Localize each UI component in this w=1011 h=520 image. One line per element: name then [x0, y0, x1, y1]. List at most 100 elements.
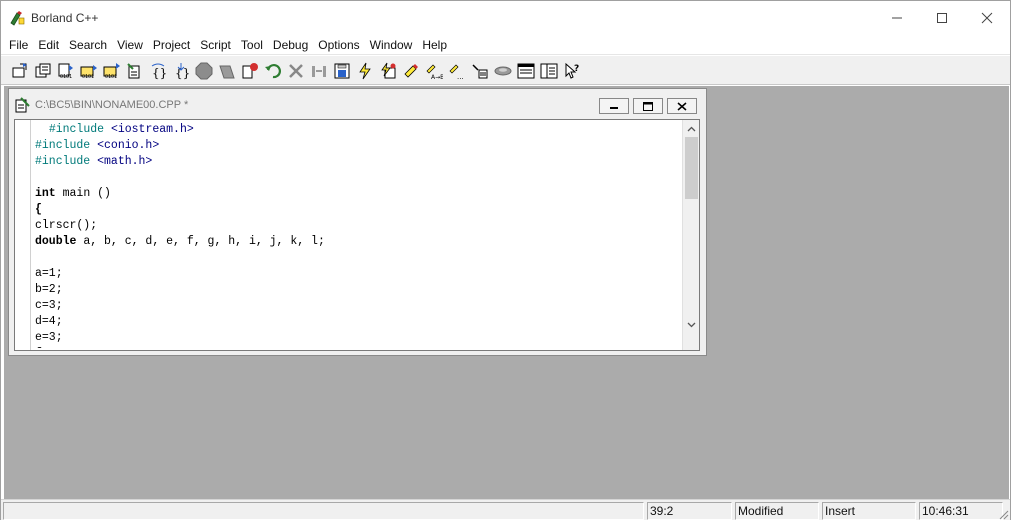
- code-line[interactable]: f=1;: [35, 346, 675, 348]
- code-editor[interactable]: #include <iostream.h> #include <conio.h> #…: [14, 119, 700, 351]
- svg-text:0101: 0101: [60, 74, 72, 80]
- clock: 10:46:31: [919, 502, 1003, 520]
- toolbar-trace-into-button[interactable]: {}: [170, 60, 191, 81]
- maximize-button[interactable]: [919, 1, 965, 35]
- resize-grip-icon[interactable]: [997, 508, 1009, 520]
- code-line[interactable]: int main (): [35, 186, 675, 202]
- menu-debug[interactable]: Debug: [268, 36, 313, 54]
- code-line[interactable]: c=3;: [35, 298, 675, 314]
- toolbar-pipe-button[interactable]: [308, 60, 329, 81]
- menu-options[interactable]: Options: [313, 36, 364, 54]
- code-token: int: [35, 187, 56, 200]
- toolbar-help-cursor-button[interactable]: ?: [561, 60, 582, 81]
- code-line[interactable]: b=2;: [35, 282, 675, 298]
- tools-icon: [471, 63, 487, 78]
- status-message: [3, 502, 644, 520]
- code-line[interactable]: d=4;: [35, 314, 675, 330]
- toolbar-make-button[interactable]: 0101: [78, 60, 99, 81]
- cursor-position: 39:2: [647, 502, 732, 520]
- code-token: <iostream.h>: [110, 123, 194, 136]
- menu-view[interactable]: View: [112, 36, 148, 54]
- vertical-scrollbar[interactable]: [682, 120, 699, 350]
- toolbar-compile-button[interactable]: 0101: [55, 60, 76, 81]
- editor-minimize-button[interactable]: [599, 98, 629, 114]
- scroll-down-button[interactable]: [683, 316, 700, 333]
- svg-text:{}: {}: [152, 66, 167, 80]
- code-line[interactable]: double a, b, c, d, e, f, g, h, i, j, k, …: [35, 234, 675, 250]
- editor-title-bar[interactable]: C:\BC5\BIN\NONAME00.CPP *: [9, 89, 706, 117]
- toolbar-disk-button[interactable]: [492, 60, 513, 81]
- toolbar-panel-button[interactable]: [538, 60, 559, 81]
- svg-text:...: ...: [457, 73, 464, 80]
- insert-mode-indicator: Insert: [822, 502, 916, 520]
- menu-help[interactable]: Help: [417, 36, 452, 54]
- toolbar-highlighter-button[interactable]: [400, 60, 421, 81]
- toolbar-stop-button[interactable]: [193, 60, 214, 81]
- code-token: b=2;: [35, 283, 63, 296]
- toolbar-tools-button[interactable]: [469, 60, 490, 81]
- toolbar-undo-button[interactable]: [262, 60, 283, 81]
- toolbar-replace-button[interactable]: A→B: [423, 60, 444, 81]
- close-x-icon: [288, 63, 303, 78]
- code-line[interactable]: #include <math.h>: [35, 154, 675, 170]
- toolbar-step-over-button[interactable]: {}: [147, 60, 168, 81]
- code-token: e=3;: [35, 331, 63, 344]
- toolbar-pause-button[interactable]: [216, 60, 237, 81]
- highlighter-icon: [403, 63, 418, 78]
- minimize-button[interactable]: [874, 1, 920, 35]
- scroll-thumb[interactable]: [685, 137, 698, 199]
- chevron-down-icon: [687, 322, 696, 327]
- compile-icon: 0101: [58, 63, 73, 80]
- open-project-icon: [12, 62, 27, 77]
- code-line[interactable]: [35, 250, 675, 266]
- code-token: a, b, c, d, e, f, g, h, i, j, k, l;: [76, 235, 325, 248]
- toolbar-lightning-button[interactable]: [354, 60, 375, 81]
- code-line[interactable]: #include <iostream.h>: [35, 122, 675, 138]
- toolbar-lightning-doc-button[interactable]: [377, 60, 398, 81]
- svg-text:?: ?: [574, 64, 579, 74]
- toolbar-window-button[interactable]: [515, 60, 536, 81]
- toolbar-run-button[interactable]: [124, 60, 145, 81]
- editor-window: C:\BC5\BIN\NONAME00.CPP * #include <iost…: [8, 88, 707, 356]
- menu-edit[interactable]: Edit: [33, 36, 64, 54]
- toolbar-build-all-button[interactable]: 0101: [101, 60, 122, 81]
- maximize-icon: [643, 101, 653, 111]
- editor-gutter[interactable]: [15, 120, 31, 350]
- code-area[interactable]: #include <iostream.h> #include <conio.h> #…: [35, 122, 675, 348]
- menu-project[interactable]: Project: [148, 36, 195, 54]
- toolbar-open-file-button[interactable]: [32, 60, 53, 81]
- toolbar-open-project-button[interactable]: [9, 60, 30, 81]
- editor-close-button[interactable]: [667, 98, 697, 114]
- mdi-workspace[interactable]: C:\BC5\BIN\NONAME00.CPP * #include <iost…: [4, 86, 1009, 499]
- toolbar-breakpoint-button[interactable]: [239, 60, 260, 81]
- lightning-doc-icon: [380, 62, 395, 78]
- toolbar: 0101 0101 0101 {} {} A→B ... ?: [1, 56, 1010, 85]
- code-line[interactable]: a=1;: [35, 266, 675, 282]
- code-token: main (): [55, 187, 111, 200]
- code-line[interactable]: #include <conio.h>: [35, 138, 675, 154]
- borland-cpp-window: Borland C++ File Edit Search View Projec…: [0, 0, 1011, 520]
- menu-tool[interactable]: Tool: [236, 36, 268, 54]
- code-token: d=4;: [35, 315, 63, 328]
- code-line[interactable]: e=3;: [35, 330, 675, 346]
- window-icon: [517, 63, 534, 78]
- toolbar-save-button[interactable]: [331, 60, 352, 81]
- editor-maximize-button[interactable]: [633, 98, 663, 114]
- code-line[interactable]: [35, 170, 675, 186]
- code-token: #include: [35, 155, 91, 168]
- toolbar-close-button[interactable]: [285, 60, 306, 81]
- menu-search[interactable]: Search: [64, 36, 112, 54]
- menu-window[interactable]: Window: [365, 36, 418, 54]
- app-title: Borland C++: [31, 11, 99, 25]
- disk-icon: [494, 66, 511, 75]
- toolbar-find-next-button[interactable]: ...: [446, 60, 467, 81]
- close-button[interactable]: [964, 1, 1010, 35]
- menu-file[interactable]: File: [4, 36, 33, 54]
- menu-bar: File Edit Search View Project Script Too…: [1, 35, 1010, 55]
- close-icon: [677, 101, 687, 111]
- menu-script[interactable]: Script: [195, 36, 236, 54]
- code-line[interactable]: clrscr();: [35, 218, 675, 234]
- scroll-up-button[interactable]: [683, 120, 700, 137]
- code-line[interactable]: {: [35, 202, 675, 218]
